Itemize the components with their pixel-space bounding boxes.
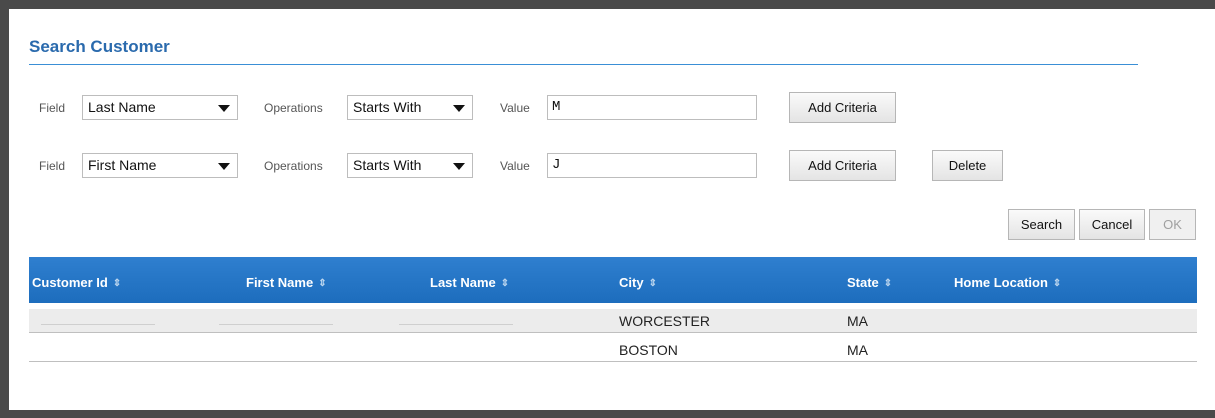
- column-header-home-location[interactable]: Home Location ⇕: [954, 275, 1061, 290]
- operations-select[interactable]: Starts With: [347, 153, 473, 178]
- value-input[interactable]: J: [547, 153, 757, 178]
- cell-city: BOSTON: [619, 342, 678, 358]
- field-label: Field: [39, 101, 66, 115]
- sort-icon[interactable]: ⇕: [113, 278, 121, 289]
- results-grid-header: Customer Id ⇕ First Name ⇕ Last Name ⇕ City…: [29, 257, 1197, 303]
- field-label: Field: [39, 159, 66, 173]
- value-input[interactable]: M: [547, 95, 757, 120]
- operations-label: Operations: [264, 101, 323, 115]
- chevron-down-icon: [453, 163, 465, 170]
- column-header-first-name[interactable]: First Name ⇕: [246, 275, 327, 290]
- field-select[interactable]: First Name: [82, 153, 238, 178]
- column-header-city[interactable]: City ⇕: [619, 275, 657, 290]
- operations-select-value: Starts With: [353, 99, 422, 115]
- cell-state: MA: [847, 342, 868, 358]
- add-criteria-button[interactable]: Add Criteria: [789, 150, 896, 181]
- operations-label: Operations: [264, 159, 323, 173]
- operations-select[interactable]: Starts With: [347, 95, 473, 120]
- cancel-button[interactable]: Cancel: [1079, 209, 1145, 240]
- add-criteria-button[interactable]: Add Criteria: [789, 92, 896, 123]
- search-button[interactable]: Search: [1008, 209, 1075, 240]
- value-label: Value: [500, 101, 530, 115]
- sort-icon[interactable]: ⇕: [318, 278, 326, 289]
- last-name-filter-underline: [399, 324, 513, 325]
- table-row[interactable]: BOSTON MA: [29, 338, 1197, 362]
- cell-state: MA: [847, 313, 868, 329]
- chevron-down-icon: [218, 105, 230, 112]
- chevron-down-icon: [218, 163, 230, 170]
- page-title: Search Customer: [29, 37, 170, 56]
- operations-select-value: Starts With: [353, 157, 422, 173]
- customer-id-filter-underline: [41, 324, 155, 325]
- chevron-down-icon: [453, 105, 465, 112]
- sort-icon[interactable]: ⇕: [884, 278, 892, 289]
- column-header-state[interactable]: State ⇕: [847, 275, 892, 290]
- ok-button[interactable]: OK: [1149, 209, 1196, 240]
- field-select-value: Last Name: [88, 99, 156, 115]
- first-name-filter-underline: [219, 324, 333, 325]
- column-header-customer-id[interactable]: Customer Id ⇕: [32, 275, 121, 290]
- value-label: Value: [500, 159, 530, 173]
- cell-city: WORCESTER: [619, 313, 710, 329]
- title-divider: [29, 64, 1138, 65]
- column-header-last-name[interactable]: Last Name ⇕: [430, 275, 509, 290]
- delete-button[interactable]: Delete: [932, 150, 1003, 181]
- sort-icon[interactable]: ⇕: [1053, 278, 1061, 289]
- table-row[interactable]: WORCESTER MA: [29, 309, 1197, 333]
- sort-icon[interactable]: ⇕: [501, 278, 509, 289]
- field-select[interactable]: Last Name: [82, 95, 238, 120]
- sort-icon[interactable]: ⇕: [649, 278, 657, 289]
- field-select-value: First Name: [88, 157, 157, 173]
